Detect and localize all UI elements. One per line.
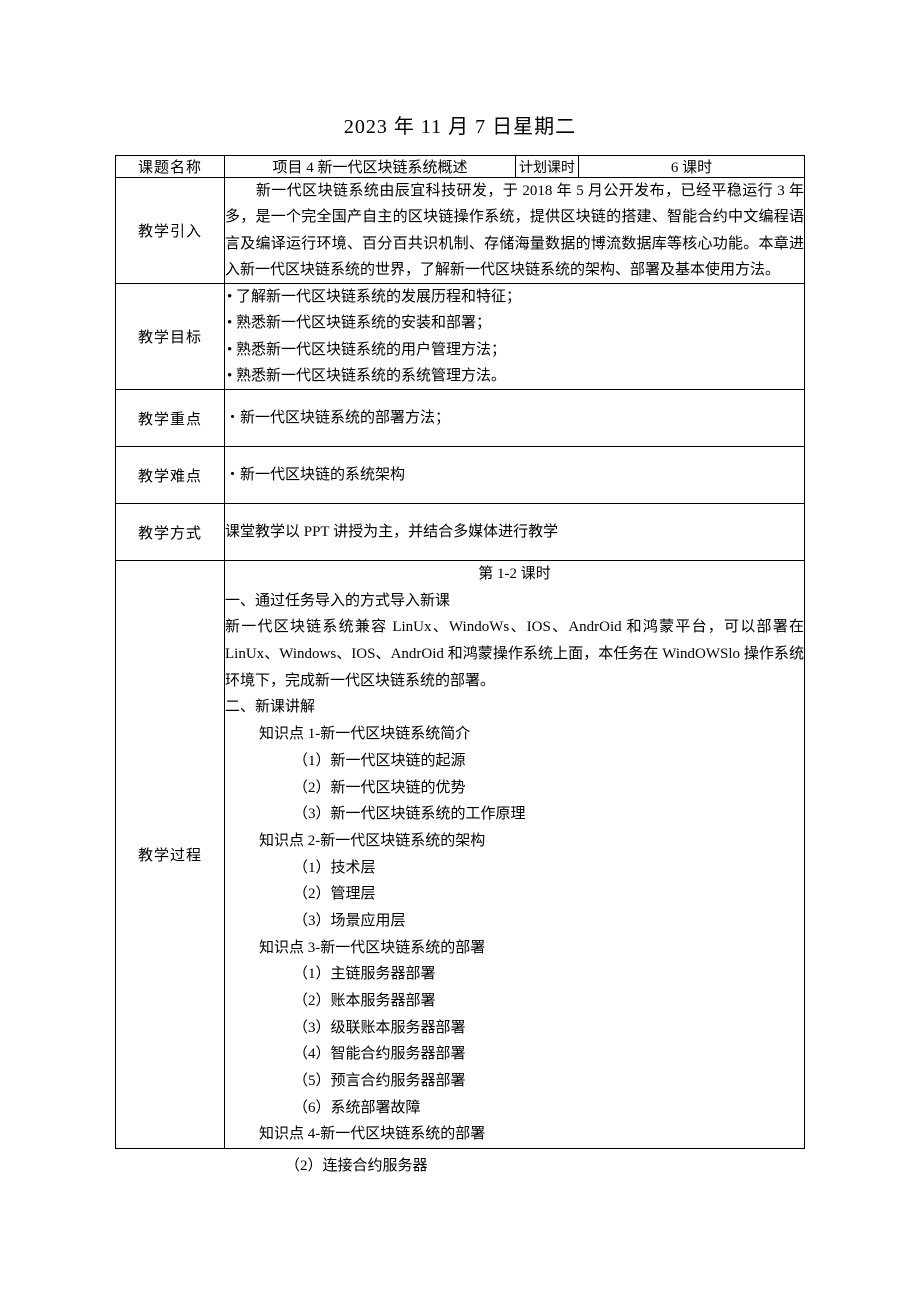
- method-label: 教学方式: [116, 504, 225, 561]
- goal-item: • 熟悉新一代区块链系统的安装和部署；: [225, 310, 804, 336]
- period-label: 第 1-2 课时: [225, 561, 804, 588]
- goal-label: 教学目标: [116, 284, 225, 390]
- list-item: （6）系统部署故障: [225, 1095, 804, 1122]
- plan-label: 计划课时: [516, 156, 579, 178]
- table-row: 教学过程 第 1-2 课时 一、通过任务导入的方式导入新课 新一代区块链系统兼容…: [116, 561, 805, 1149]
- intro-label: 教学引入: [116, 178, 225, 284]
- section-text: 新一代区块链系统兼容 LinUx、WindoWs、IOS、AndrOid 和鸿蒙…: [225, 614, 804, 694]
- page-title: 2023 年 11 月 7 日星期二: [115, 110, 805, 139]
- table-row: 教学方式 课堂教学以 PPT 讲授为主，并结合多媒体进行教学: [116, 504, 805, 561]
- topic-label: 课题名称: [116, 156, 225, 178]
- table-row: 教学难点 ・新一代区块链的系统架构: [116, 447, 805, 504]
- topic-value: 项目 4 新一代区块链系统概述: [225, 156, 516, 178]
- list-item: （3）新一代区块链系统的工作原理: [225, 801, 804, 828]
- section-heading: 一、通过任务导入的方式导入新课: [225, 588, 804, 615]
- section-heading: 二、新课讲解: [225, 694, 804, 721]
- page: 2023 年 11 月 7 日星期二 课题名称 项目 4 新一代区块链系统概述 …: [0, 0, 920, 1220]
- list-item: （1）新一代区块链的起源: [225, 748, 804, 775]
- method-text: 课堂教学以 PPT 讲授为主，并结合多媒体进行教学: [225, 504, 805, 561]
- knowledge-point: 知识点 1-新一代区块链系统简介: [225, 721, 804, 748]
- knowledge-point: 知识点 4-新一代区块链系统的部署: [225, 1121, 804, 1148]
- list-item: （3）级联账本服务器部署: [225, 1015, 804, 1042]
- goal-item: • 了解新一代区块链系统的发展历程和特征；: [225, 284, 804, 310]
- goal-item: • 熟悉新一代区块链系统的用户管理方法；: [225, 337, 804, 363]
- list-item: （2）账本服务器部署: [225, 988, 804, 1015]
- process-content: 第 1-2 课时 一、通过任务导入的方式导入新课 新一代区块链系统兼容 LinU…: [225, 561, 805, 1149]
- list-item: （2）管理层: [225, 881, 804, 908]
- goal-content: • 了解新一代区块链系统的发展历程和特征； • 熟悉新一代区块链系统的安装和部署…: [225, 284, 805, 390]
- goal-item: • 熟悉新一代区块链系统的系统管理方法。: [225, 363, 804, 389]
- table-row: 教学重点 ・新一代区块链系统的部署方法；: [116, 390, 805, 447]
- table-row: 教学引入 新一代区块链系统由辰宜科技研发，于 2018 年 5 月公开发布，已经…: [116, 178, 805, 284]
- knowledge-point: 知识点 2-新一代区块链系统的架构: [225, 828, 804, 855]
- list-item: （3）场景应用层: [225, 908, 804, 935]
- list-item: （5）预言合约服务器部署: [225, 1068, 804, 1095]
- overflow-text: （2）连接合约服务器: [115, 1149, 805, 1180]
- lesson-plan-table: 课题名称 项目 4 新一代区块链系统概述 计划课时 6 课时 教学引入 新一代区…: [115, 155, 805, 1149]
- focus-label: 教学重点: [116, 390, 225, 447]
- difficulty-label: 教学难点: [116, 447, 225, 504]
- knowledge-point: 知识点 3-新一代区块链系统的部署: [225, 935, 804, 962]
- difficulty-text: ・新一代区块链的系统架构: [225, 447, 805, 504]
- list-item: （1）主链服务器部署: [225, 961, 804, 988]
- process-label: 教学过程: [116, 561, 225, 1149]
- focus-text: ・新一代区块链系统的部署方法；: [225, 390, 805, 447]
- table-row: 课题名称 项目 4 新一代区块链系统概述 计划课时 6 课时: [116, 156, 805, 178]
- plan-value: 6 课时: [579, 156, 805, 178]
- table-row: 教学目标 • 了解新一代区块链系统的发展历程和特征； • 熟悉新一代区块链系统的…: [116, 284, 805, 390]
- intro-text: 新一代区块链系统由辰宜科技研发，于 2018 年 5 月公开发布，已经平稳运行 …: [225, 178, 805, 284]
- list-item: （2）新一代区块链的优势: [225, 775, 804, 802]
- list-item: （1）技术层: [225, 855, 804, 882]
- list-item: （4）智能合约服务器部署: [225, 1041, 804, 1068]
